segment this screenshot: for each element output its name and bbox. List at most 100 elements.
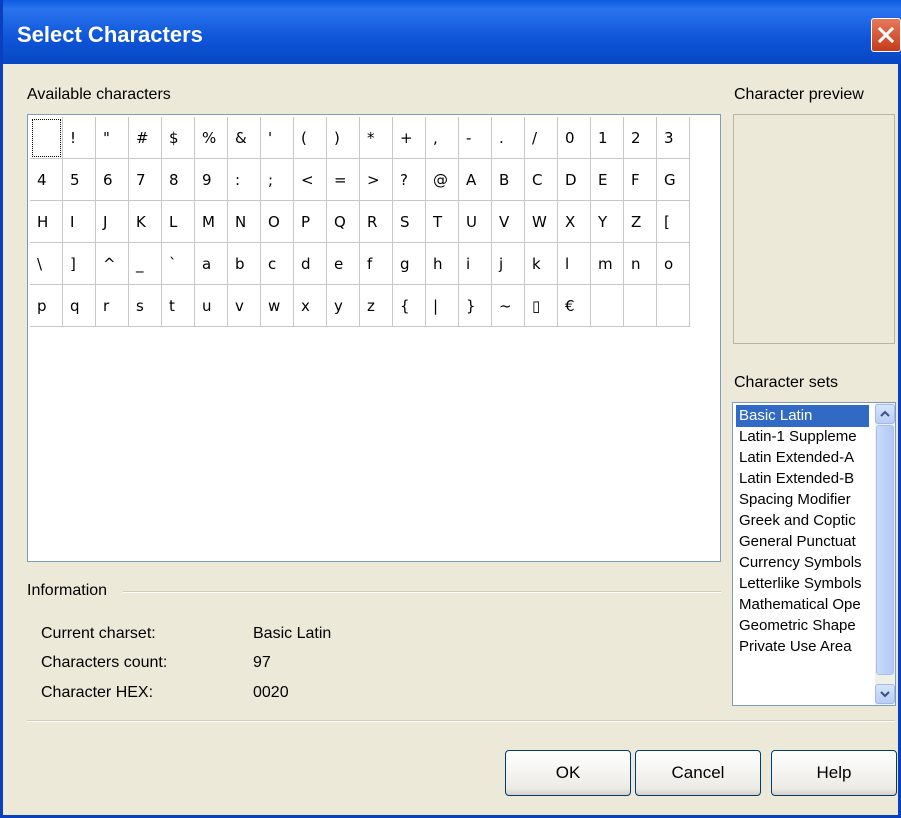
character-cell[interactable]: E [591, 159, 624, 201]
character-cell[interactable]: N [228, 201, 261, 243]
charset-list-item[interactable]: Latin Extended-B [736, 468, 869, 490]
character-cell[interactable]: M [195, 201, 228, 243]
character-cell[interactable]: * [360, 117, 393, 159]
character-cell[interactable]: = [327, 159, 360, 201]
character-cell[interactable]: ) [327, 117, 360, 159]
character-cell[interactable]: y [327, 285, 360, 327]
character-cell[interactable]: O [261, 201, 294, 243]
character-cell[interactable]: w [261, 285, 294, 327]
character-cell[interactable]: s [129, 285, 162, 327]
character-cell[interactable]: W [525, 201, 558, 243]
charset-list-item[interactable]: Basic Latin [736, 405, 869, 427]
charset-list-item[interactable]: General Punctuat [736, 531, 869, 553]
charset-list-item[interactable]: Geometric Shape [736, 615, 869, 637]
character-cell[interactable]: B [492, 159, 525, 201]
character-cell[interactable]: e [327, 243, 360, 285]
character-cell[interactable]: ; [261, 159, 294, 201]
character-cell[interactable]: C [525, 159, 558, 201]
character-cell[interactable]: x [294, 285, 327, 327]
character-cell[interactable]: ` [162, 243, 195, 285]
character-cell[interactable]: T [426, 201, 459, 243]
charset-list-item[interactable]: Currency Symbols [736, 552, 869, 574]
character-cell[interactable]: j [492, 243, 525, 285]
character-cell[interactable]: L [162, 201, 195, 243]
character-cell[interactable]: 8 [162, 159, 195, 201]
character-cell[interactable]: i [459, 243, 492, 285]
character-cell[interactable]: d [294, 243, 327, 285]
close-button[interactable] [871, 18, 901, 52]
character-cell[interactable]: q [63, 285, 96, 327]
character-cell[interactable]: € [558, 285, 591, 327]
character-cell[interactable]: _ [129, 243, 162, 285]
character-cell[interactable]: c [261, 243, 294, 285]
character-cell[interactable]: ^ [96, 243, 129, 285]
help-button[interactable]: Help [771, 750, 897, 796]
character-cell[interactable]: f [360, 243, 393, 285]
character-cell[interactable]: k [525, 243, 558, 285]
character-cell[interactable]: 2 [624, 117, 657, 159]
character-cell[interactable]: ? [393, 159, 426, 201]
character-cell[interactable]: - [459, 117, 492, 159]
character-cell[interactable]: r [96, 285, 129, 327]
character-cell[interactable]: F [624, 159, 657, 201]
character-cell[interactable]: Z [624, 201, 657, 243]
charset-list-item[interactable]: Latin Extended-A [736, 447, 869, 469]
scroll-thumb[interactable] [876, 425, 894, 675]
character-cell[interactable]: / [525, 117, 558, 159]
character-cell[interactable]: < [294, 159, 327, 201]
character-cell[interactable]: @ [426, 159, 459, 201]
character-cell[interactable]: b [228, 243, 261, 285]
character-cell[interactable]: A [459, 159, 492, 201]
character-cell[interactable]: H [30, 201, 63, 243]
character-cell[interactable]: ! [63, 117, 96, 159]
character-cell[interactable]: J [96, 201, 129, 243]
character-cell[interactable]: D [558, 159, 591, 201]
character-cell[interactable]: . [492, 117, 525, 159]
character-cell[interactable]: 9 [195, 159, 228, 201]
character-cell[interactable]: h [426, 243, 459, 285]
character-cell[interactable] [30, 117, 63, 159]
character-cell[interactable]: I [63, 201, 96, 243]
character-cell[interactable]: ] [63, 243, 96, 285]
character-cell[interactable]: S [393, 201, 426, 243]
character-cell[interactable]: ~ [492, 285, 525, 327]
character-cell[interactable]: | [426, 285, 459, 327]
character-cell[interactable]: ' [261, 117, 294, 159]
list-scrollbar[interactable] [875, 403, 895, 705]
character-cell[interactable]: z [360, 285, 393, 327]
character-cell[interactable]: 6 [96, 159, 129, 201]
scroll-down-button[interactable] [875, 684, 895, 704]
charset-list-item[interactable]: Latin-1 Suppleme [736, 426, 869, 448]
character-cell[interactable]: # [129, 117, 162, 159]
title-bar[interactable]: Select Characters [3, 0, 901, 64]
character-cell[interactable] [657, 285, 690, 327]
character-cell[interactable]: " [96, 117, 129, 159]
character-cell[interactable]: + [393, 117, 426, 159]
cancel-button[interactable]: Cancel [635, 750, 761, 796]
character-cell[interactable]: { [393, 285, 426, 327]
character-cell[interactable]: K [129, 201, 162, 243]
character-cell[interactable] [591, 285, 624, 327]
scroll-up-button[interactable] [875, 404, 895, 424]
character-cell[interactable]: \ [30, 243, 63, 285]
character-cell[interactable]: a [195, 243, 228, 285]
character-cell[interactable]: V [492, 201, 525, 243]
character-cell[interactable]: ▯ [525, 285, 558, 327]
character-cell[interactable]: 1 [591, 117, 624, 159]
character-cell[interactable]: 7 [129, 159, 162, 201]
character-cell[interactable]: Y [591, 201, 624, 243]
character-cell[interactable]: X [558, 201, 591, 243]
charset-list-item[interactable]: Letterlike Symbols [736, 573, 869, 595]
ok-button[interactable]: OK [505, 750, 631, 796]
character-cell[interactable]: > [360, 159, 393, 201]
character-cell[interactable]: ( [294, 117, 327, 159]
character-cell[interactable]: t [162, 285, 195, 327]
character-cell[interactable]: u [195, 285, 228, 327]
character-cell[interactable]: Q [327, 201, 360, 243]
character-cell[interactable]: R [360, 201, 393, 243]
charset-list-item[interactable]: Private Use Area [736, 636, 869, 658]
character-cell[interactable]: n [624, 243, 657, 285]
character-cell[interactable]: U [459, 201, 492, 243]
character-cell[interactable]: , [426, 117, 459, 159]
character-cell[interactable]: m [591, 243, 624, 285]
